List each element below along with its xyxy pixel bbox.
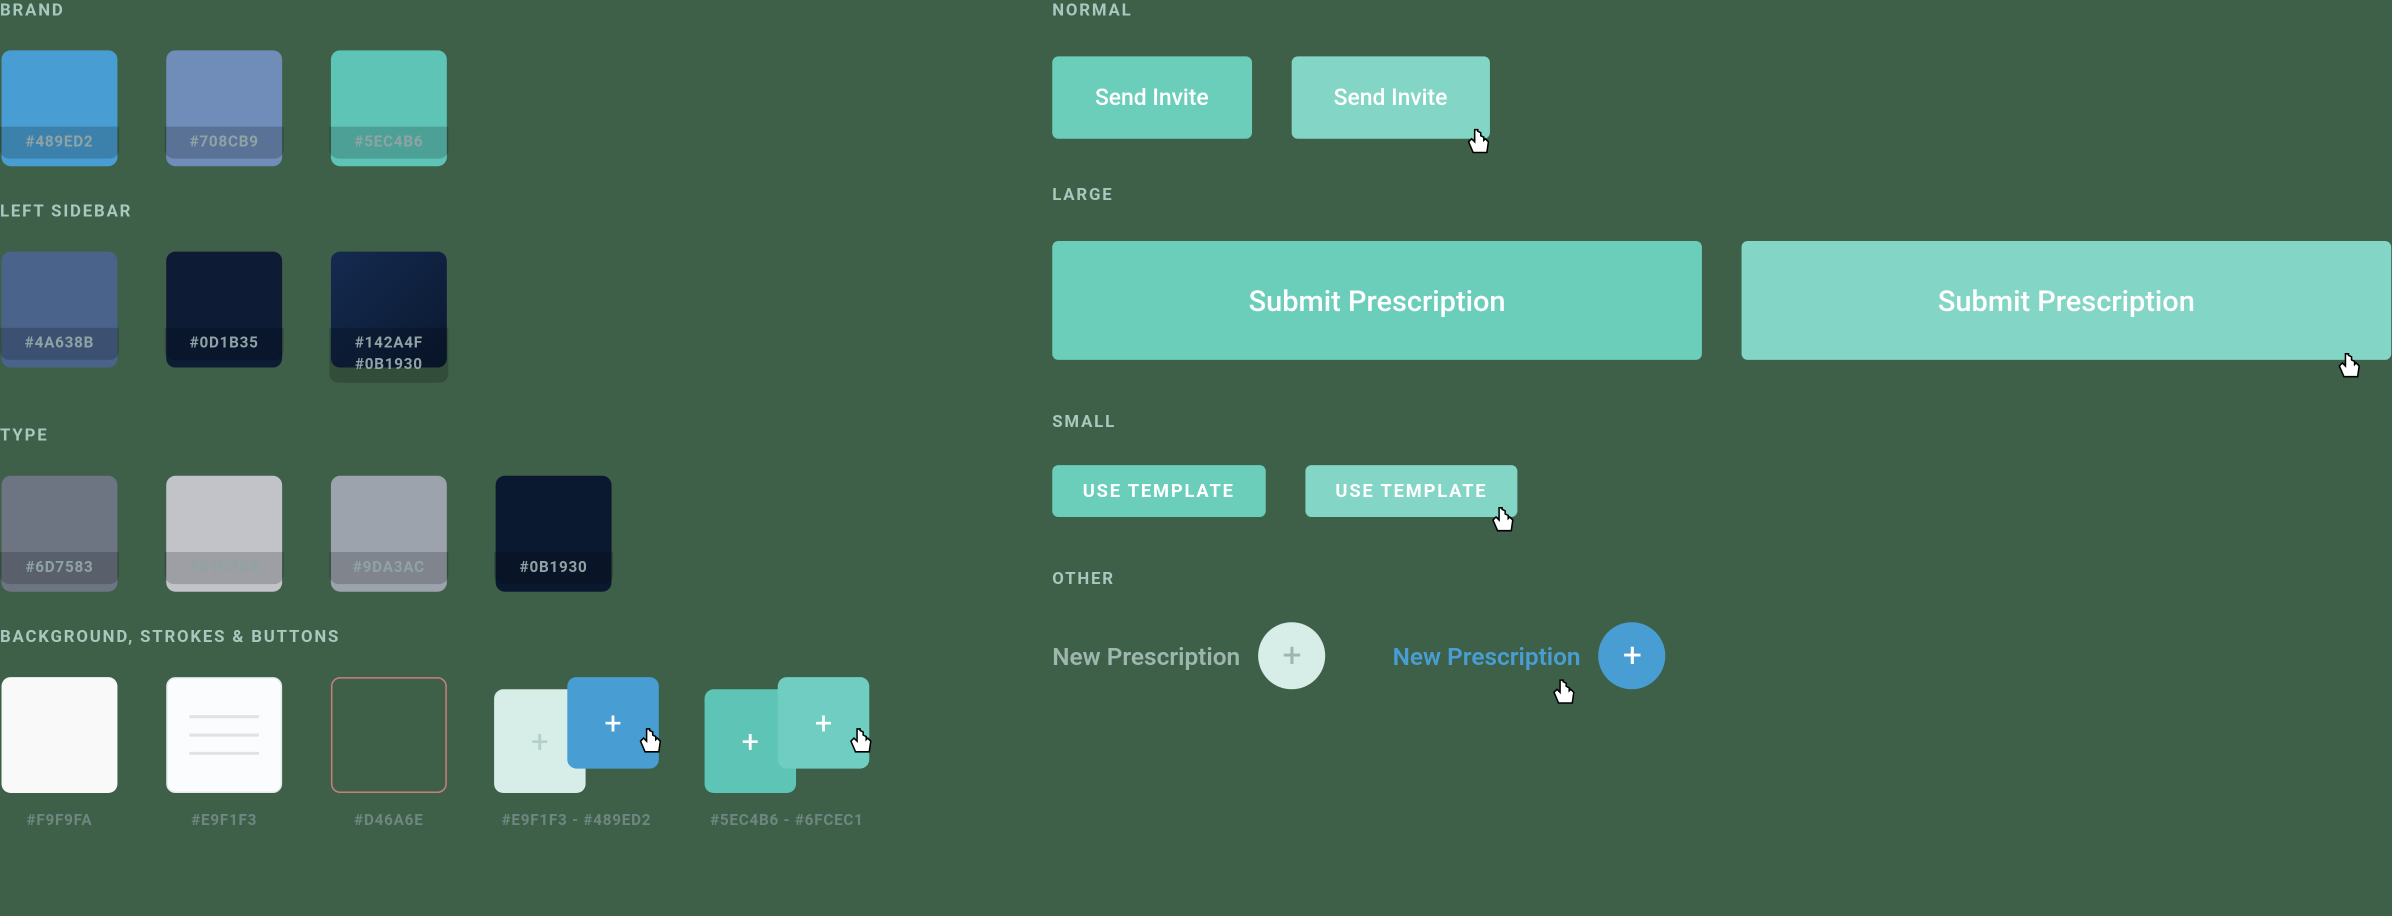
swatch-sidebar-1: #4A638B	[0, 252, 119, 383]
other-section: OTHER New Prescription + New Prescriptio…	[1052, 569, 2391, 689]
submit-prescription-button[interactable]: Submit Prescription	[1052, 241, 1702, 360]
swatch-bg-4: + + #E9F1F3 - #489ED2	[494, 677, 659, 837]
plus-icon: +	[604, 705, 621, 742]
swatch-type-1: #6D7583	[0, 476, 119, 584]
new-prescription-label: New Prescription	[1052, 641, 1240, 670]
plus-circle-icon: +	[1599, 622, 1666, 689]
swatch-type-3: #9DA3AC	[329, 476, 448, 584]
plus-icon: +	[742, 723, 759, 760]
buttons-panel: NORMAL Send Invite Send Invite LARGE Sub…	[1052, 0, 2391, 729]
swatch-brand-2: #708CB9	[165, 50, 284, 158]
swatch-bg-2: #E9F1F3	[165, 677, 284, 837]
sidebar-section: LEFT SIDEBAR #4A638B #0D1B35 #142A4F #0B…	[0, 201, 869, 382]
new-prescription-button[interactable]: New Prescription +	[1052, 622, 1325, 689]
use-template-button[interactable]: USE TEMPLATE	[1052, 465, 1265, 517]
cursor-hand-icon	[637, 726, 668, 760]
small-heading: SMALL	[1052, 412, 2391, 432]
normal-heading: NORMAL	[1052, 0, 2391, 20]
cursor-hand-icon	[1551, 677, 1582, 711]
small-section: SMALL USE TEMPLATE USE TEMPLATE	[1052, 412, 2391, 517]
brand-heading: BRAND	[0, 0, 869, 20]
swatch-brand-1: #489ED2	[0, 50, 119, 158]
type-heading: TYPE	[0, 425, 869, 445]
large-heading: LARGE	[1052, 185, 2391, 205]
new-prescription-label: New Prescription	[1393, 641, 1581, 670]
swatch-brand-3: #5EC4B6	[329, 50, 448, 158]
plus-icon: +	[531, 723, 548, 760]
color-palette-panel: BRAND #489ED2 #708CB9 #5EC4B6 LEFT SIDEB…	[0, 0, 869, 877]
swatch-sidebar-2: #0D1B35	[165, 252, 284, 383]
swatch-bg-1: #F9F9FA	[0, 677, 119, 837]
new-prescription-button-hover[interactable]: New Prescription +	[1393, 622, 1666, 689]
send-invite-button[interactable]: Send Invite	[1052, 56, 1251, 138]
swatch-type-2: #C1C3C8	[165, 476, 284, 584]
sidebar-heading: LEFT SIDEBAR	[0, 201, 869, 221]
plus-circle-icon: +	[1258, 622, 1325, 689]
swatch-bg-5: + + #5EC4B6 - #6FCEC1	[705, 677, 870, 837]
large-section: LARGE Submit Prescription Submit Prescri…	[1052, 185, 2391, 360]
submit-prescription-button-hover[interactable]: Submit Prescription	[1742, 241, 2392, 360]
type-section: TYPE #6D7583 #C1C3C8 #9DA3AC #0B1930	[0, 425, 869, 584]
other-heading: OTHER	[1052, 569, 2391, 589]
bg-heading: BACKGROUND, STROKES & BUTTONS	[0, 627, 869, 647]
normal-section: NORMAL Send Invite Send Invite	[1052, 0, 2391, 139]
brand-section: BRAND #489ED2 #708CB9 #5EC4B6	[0, 0, 869, 159]
cursor-hand-icon	[848, 726, 879, 760]
send-invite-button-hover[interactable]: Send Invite	[1291, 56, 1490, 138]
bg-section: BACKGROUND, STROKES & BUTTONS #F9F9FA #E…	[0, 627, 869, 837]
swatch-sidebar-3: #142A4F #0B1930	[329, 252, 448, 383]
swatch-type-4: #0B1930	[494, 476, 613, 584]
use-template-button-hover[interactable]: USE TEMPLATE	[1305, 465, 1518, 517]
plus-icon: +	[815, 705, 832, 742]
swatch-bg-3: #D46A6E	[329, 677, 448, 837]
